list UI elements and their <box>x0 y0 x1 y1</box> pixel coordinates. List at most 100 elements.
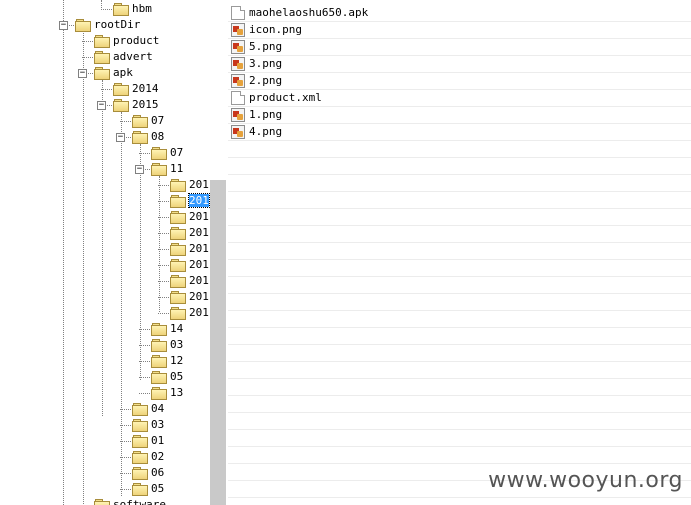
tree-node[interactable]: 12 <box>151 353 183 369</box>
tree-node-label: advert <box>113 50 153 63</box>
tree-connector <box>82 41 93 42</box>
tree-node[interactable]: 05 <box>132 481 164 497</box>
tree-node[interactable]: 13 <box>151 385 183 401</box>
file-row[interactable]: 1.png <box>228 107 691 124</box>
tree-connector <box>120 457 131 458</box>
folder-icon <box>170 195 186 208</box>
tree-scrollbar[interactable] <box>210 0 227 505</box>
tree-node[interactable]: 04 <box>132 401 164 417</box>
file-row[interactable]: product.xml <box>228 90 691 107</box>
tree-node[interactable]: 201 <box>170 209 209 225</box>
tree-node[interactable]: 05 <box>151 369 183 385</box>
empty-row <box>228 345 691 362</box>
folder-icon <box>113 3 129 16</box>
tree-node-label: 06 <box>151 466 165 479</box>
tree-node-label: 14 <box>170 322 184 335</box>
tree-node[interactable]: 201 <box>170 193 210 209</box>
collapse-toggle[interactable]: − <box>59 21 68 30</box>
tree-node[interactable]: 07 <box>132 113 164 129</box>
file-name: product.xml <box>249 91 322 104</box>
tree-node-label: 201 <box>189 210 209 223</box>
empty-row <box>228 243 691 260</box>
tree-node[interactable]: advert <box>94 49 153 65</box>
file-row[interactable]: icon.png <box>228 22 691 39</box>
tree-node[interactable]: 201 <box>170 305 209 321</box>
folder-icon <box>151 371 167 384</box>
collapse-toggle[interactable]: − <box>97 101 106 110</box>
empty-row <box>228 192 691 209</box>
folder-icon <box>170 307 186 320</box>
folder-icon <box>170 243 186 256</box>
folder-icon <box>132 131 148 144</box>
collapse-toggle[interactable]: − <box>116 133 125 142</box>
tree-node[interactable]: 14 <box>151 321 183 337</box>
tree-node[interactable]: 2014 <box>113 81 159 97</box>
folder-icon <box>132 451 148 464</box>
tree-node[interactable]: 06 <box>132 465 164 481</box>
tree-node[interactable]: software <box>94 497 166 505</box>
tree-node-label: 201 <box>189 306 209 319</box>
scrollbar-thumb[interactable] <box>210 180 226 505</box>
tree-node[interactable]: 201 <box>170 257 209 273</box>
tree-guide-line <box>63 0 64 505</box>
tree-node[interactable]: product <box>94 33 159 49</box>
folder-tree[interactable]: hbm − rootDir product advert − apk 2014 − 2015 07 −… <box>0 0 210 505</box>
tree-connector <box>120 473 131 474</box>
tree-node[interactable]: 11 <box>151 161 183 177</box>
tree-node[interactable]: 02 <box>132 449 164 465</box>
folder-icon <box>170 211 186 224</box>
tree-node-label: software <box>113 498 166 505</box>
tree-node[interactable]: 01 <box>132 433 164 449</box>
collapse-toggle[interactable]: − <box>78 69 87 78</box>
tree-node[interactable]: 201 <box>170 273 209 289</box>
file-list[interactable]: maohelaoshu650.apk icon.png 5.png 3.png 2.pn… <box>228 0 691 505</box>
tree-node-label: 11 <box>170 162 184 175</box>
folder-icon <box>132 435 148 448</box>
tree-connector <box>101 89 112 90</box>
file-name: 3.png <box>249 57 283 70</box>
tree-node-label: apk <box>113 66 133 79</box>
tree-node[interactable]: 201 <box>170 177 209 193</box>
tree-connector <box>139 377 150 378</box>
tree-connector <box>120 425 131 426</box>
tree-node[interactable]: rootDir <box>75 17 140 33</box>
file-name: 1.png <box>249 108 283 121</box>
tree-node[interactable]: 03 <box>132 417 164 433</box>
file-row[interactable]: maohelaoshu650.apk <box>228 5 691 22</box>
tree-connector <box>158 297 169 298</box>
empty-row <box>228 379 691 396</box>
tree-node[interactable]: 201 <box>170 225 209 241</box>
tree-node[interactable]: 08 <box>132 129 164 145</box>
folder-icon <box>151 163 167 176</box>
tree-node-label: 07 <box>151 114 165 127</box>
file-row[interactable]: 3.png <box>228 56 691 73</box>
tree-connector <box>158 313 169 314</box>
tree-node-label: 08 <box>151 130 165 143</box>
file-row[interactable]: 4.png <box>228 124 691 141</box>
tree-guide-line <box>121 112 122 496</box>
empty-row <box>228 277 691 294</box>
tree-node[interactable]: 2015 <box>113 97 159 113</box>
file-row[interactable]: 5.png <box>228 39 691 56</box>
collapse-toggle[interactable]: − <box>135 165 144 174</box>
tree-node[interactable]: 201 <box>170 289 209 305</box>
tree-node-label: 02 <box>151 450 165 463</box>
tree-node-label: 201 <box>189 226 209 239</box>
file-name: maohelaoshu650.apk <box>249 6 369 19</box>
empty-row <box>228 362 691 379</box>
empty-row <box>228 158 691 175</box>
tree-node[interactable]: 07 <box>151 145 183 161</box>
file-name: 2.png <box>249 74 283 87</box>
folder-icon <box>151 147 167 160</box>
tree-node[interactable]: hbm <box>113 1 152 17</box>
tree-node[interactable]: apk <box>94 65 133 81</box>
tree-node[interactable]: 03 <box>151 337 183 353</box>
tree-connector <box>158 217 169 218</box>
tree-connector <box>158 281 169 282</box>
tree-connector <box>158 185 169 186</box>
empty-row <box>228 141 691 158</box>
tree-node[interactable]: 201 <box>170 241 209 257</box>
empty-row <box>228 328 691 345</box>
file-row[interactable]: 2.png <box>228 73 691 90</box>
tree-node-label: 201 <box>189 178 209 191</box>
